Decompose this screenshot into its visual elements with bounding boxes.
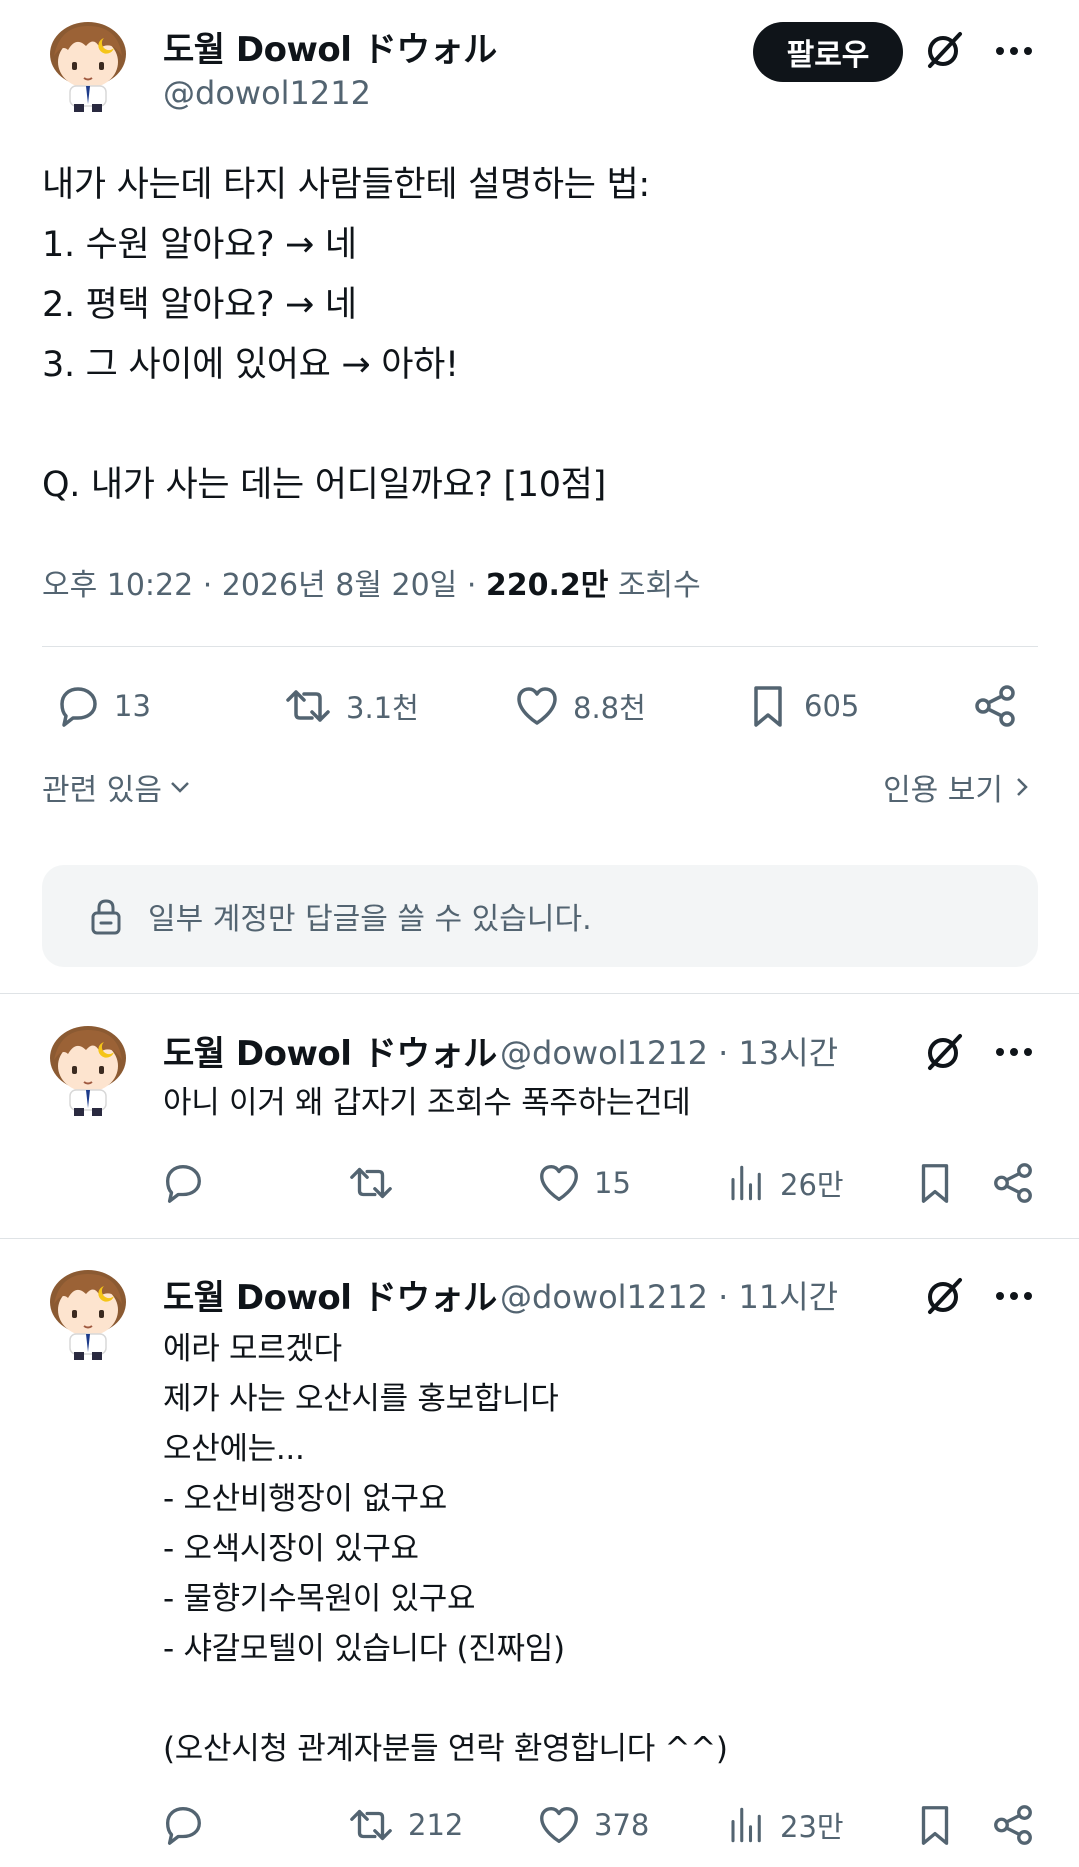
reply-icon	[160, 1802, 206, 1848]
chevron-right-icon	[1017, 778, 1028, 796]
reply-restriction-text: 일부 계정만 답글을 쓸 수 있습니다.	[148, 902, 592, 937]
reply-handle-time[interactable]: @dowol1212 · 11시간	[500, 1272, 838, 1318]
views-action[interactable]: 23만	[726, 1802, 844, 1848]
bookmark-icon	[912, 1160, 958, 1206]
repost-icon	[346, 1160, 396, 1206]
views-action[interactable]: 26만	[726, 1160, 844, 1206]
bookmark-action[interactable]	[912, 1802, 958, 1848]
follow-button[interactable]: 팔로우	[753, 22, 903, 82]
reply-avatar[interactable]	[42, 1266, 134, 1362]
grok-icon[interactable]	[924, 1032, 964, 1072]
post-meta: 오후 10:22 · 2026년 8월 20일 · 220.2만 조회수	[42, 560, 701, 604]
bookmark-count: 605	[804, 689, 860, 723]
post-text: 내가 사는데 타지 사람들한테 설명하는 법: 1. 수원 알아요? → 네 2…	[42, 165, 650, 505]
reply-text: 아니 이거 왜 갑자기 조회수 폭주하는건데	[163, 1085, 691, 1121]
like-action[interactable]: 378	[536, 1802, 649, 1848]
repost-count: 3.1천	[346, 691, 419, 725]
like-action[interactable]: 8.8천	[513, 682, 646, 730]
views-count: 23만	[780, 1810, 844, 1844]
bookmark-action[interactable]: 605	[744, 682, 859, 730]
view-quotes-link[interactable]: 인용 보기	[883, 765, 1035, 809]
divider	[0, 993, 1079, 994]
divider	[0, 1238, 1079, 1239]
views-icon	[726, 1160, 768, 1206]
reply-action[interactable]	[160, 1160, 218, 1206]
author-avatar[interactable]	[42, 18, 134, 114]
like-icon	[513, 682, 561, 730]
repost-action[interactable]	[346, 1160, 408, 1206]
views-count: 26만	[780, 1168, 844, 1202]
reply-author-name[interactable]: 도월 Dowol ドウォル	[163, 1026, 497, 1075]
more-icon[interactable]	[994, 1046, 1034, 1058]
reply-handle-time[interactable]: @dowol1212 · 13시간	[500, 1028, 838, 1074]
divider	[42, 646, 1038, 647]
post-time: 오후 10:22 · 2026년 8월 20일 ·	[42, 568, 486, 603]
reply-icon	[160, 1160, 206, 1206]
like-icon	[536, 1802, 582, 1848]
like-count: 378	[594, 1808, 650, 1842]
more-icon[interactable]	[994, 45, 1034, 57]
related-label: 관련 있음	[42, 773, 162, 808]
reply-restriction-notice: 일부 계정만 답글을 쓸 수 있습니다.	[42, 865, 1038, 967]
reply-action[interactable]: 13	[54, 682, 151, 730]
view-count: 220.2만	[485, 568, 609, 603]
share-icon	[990, 1160, 1036, 1206]
reply-author-name[interactable]: 도월 Dowol ドウォル	[163, 1270, 497, 1319]
share-action[interactable]	[990, 1802, 1036, 1848]
quotes-label: 인용 보기	[883, 773, 1003, 808]
like-count: 15	[594, 1166, 631, 1200]
like-icon	[536, 1160, 582, 1206]
repost-action[interactable]: 3.1천	[282, 682, 419, 730]
more-icon[interactable]	[994, 1290, 1034, 1302]
author-handle[interactable]: @dowol1212	[163, 74, 371, 112]
reply-text: 에라 모르겠다 제가 사는 오산시를 홍보합니다 오산에는... - 오산비행장…	[163, 1331, 728, 1767]
share-action[interactable]	[990, 1160, 1036, 1206]
share-icon	[971, 682, 1019, 730]
reply-avatar[interactable]	[42, 1022, 134, 1118]
like-count: 8.8천	[573, 691, 646, 725]
repost-count: 212	[408, 1808, 464, 1842]
share-action[interactable]	[971, 682, 1019, 730]
repost-icon	[282, 682, 334, 730]
bookmark-icon	[912, 1802, 958, 1848]
chevron-down-icon	[171, 782, 189, 793]
repost-icon	[346, 1802, 396, 1848]
views-icon	[726, 1802, 768, 1848]
reply-action[interactable]	[160, 1802, 218, 1848]
share-icon	[990, 1802, 1036, 1848]
grok-icon[interactable]	[924, 30, 964, 70]
repost-action[interactable]: 212	[346, 1802, 463, 1848]
lock-icon	[86, 896, 126, 936]
author-name[interactable]: 도월 Dowol ドウォル	[163, 22, 497, 71]
bookmark-icon	[744, 682, 792, 730]
view-label: 조회수	[608, 568, 701, 603]
related-toggle[interactable]: 관련 있음	[42, 765, 194, 809]
reply-icon	[54, 682, 102, 730]
like-action[interactable]: 15	[536, 1160, 631, 1206]
reply-count: 13	[114, 689, 151, 723]
grok-icon[interactable]	[924, 1276, 964, 1316]
bookmark-action[interactable]	[912, 1160, 958, 1206]
